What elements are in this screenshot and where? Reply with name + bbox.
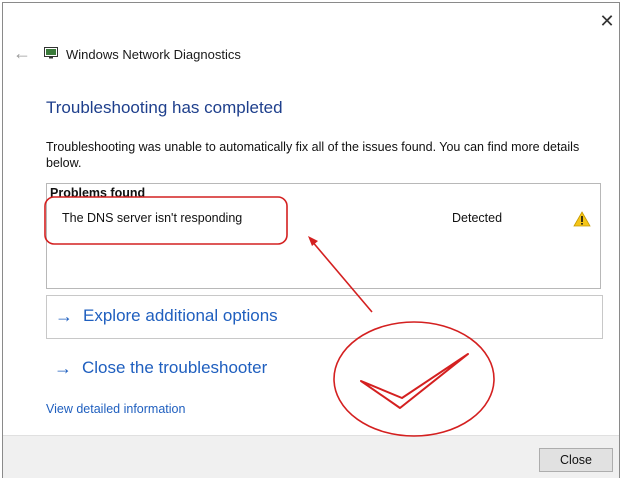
- explore-options-label: Explore additional options: [83, 306, 278, 325]
- page-title: Troubleshooting has completed: [46, 98, 283, 117]
- problem-status: Detected: [452, 211, 503, 225]
- footer-bar: Close: [3, 435, 619, 478]
- window-close-icon[interactable]: ✕: [599, 12, 615, 30]
- warning-icon: [573, 211, 591, 227]
- view-detailed-information-link[interactable]: View detailed information: [46, 402, 185, 416]
- close-troubleshooter-button[interactable]: → Close the troubleshooter: [46, 348, 346, 388]
- problems-found-header: Problems found: [50, 186, 146, 200]
- arrow-right-icon: →: [55, 306, 73, 326]
- network-diagnostics-app-icon: [44, 47, 58, 59]
- close-button[interactable]: Close: [539, 448, 613, 472]
- problem-name[interactable]: The DNS server isn't responding: [62, 211, 242, 225]
- close-troubleshooter-label: Close the troubleshooter: [82, 358, 268, 377]
- problems-found-panel: Problems found The DNS server isn't resp…: [46, 183, 601, 289]
- window-title: Windows Network Diagnostics: [66, 47, 241, 62]
- arrow-right-icon: →: [54, 358, 72, 378]
- description-text: Troubleshooting was unable to automatica…: [46, 140, 580, 170]
- back-arrow-icon[interactable]: ←: [13, 44, 31, 62]
- diagnostics-window: ✕ ← Windows Network Diagnostics Troubles…: [2, 2, 620, 478]
- explore-additional-options-button[interactable]: → Explore additional options: [46, 295, 603, 339]
